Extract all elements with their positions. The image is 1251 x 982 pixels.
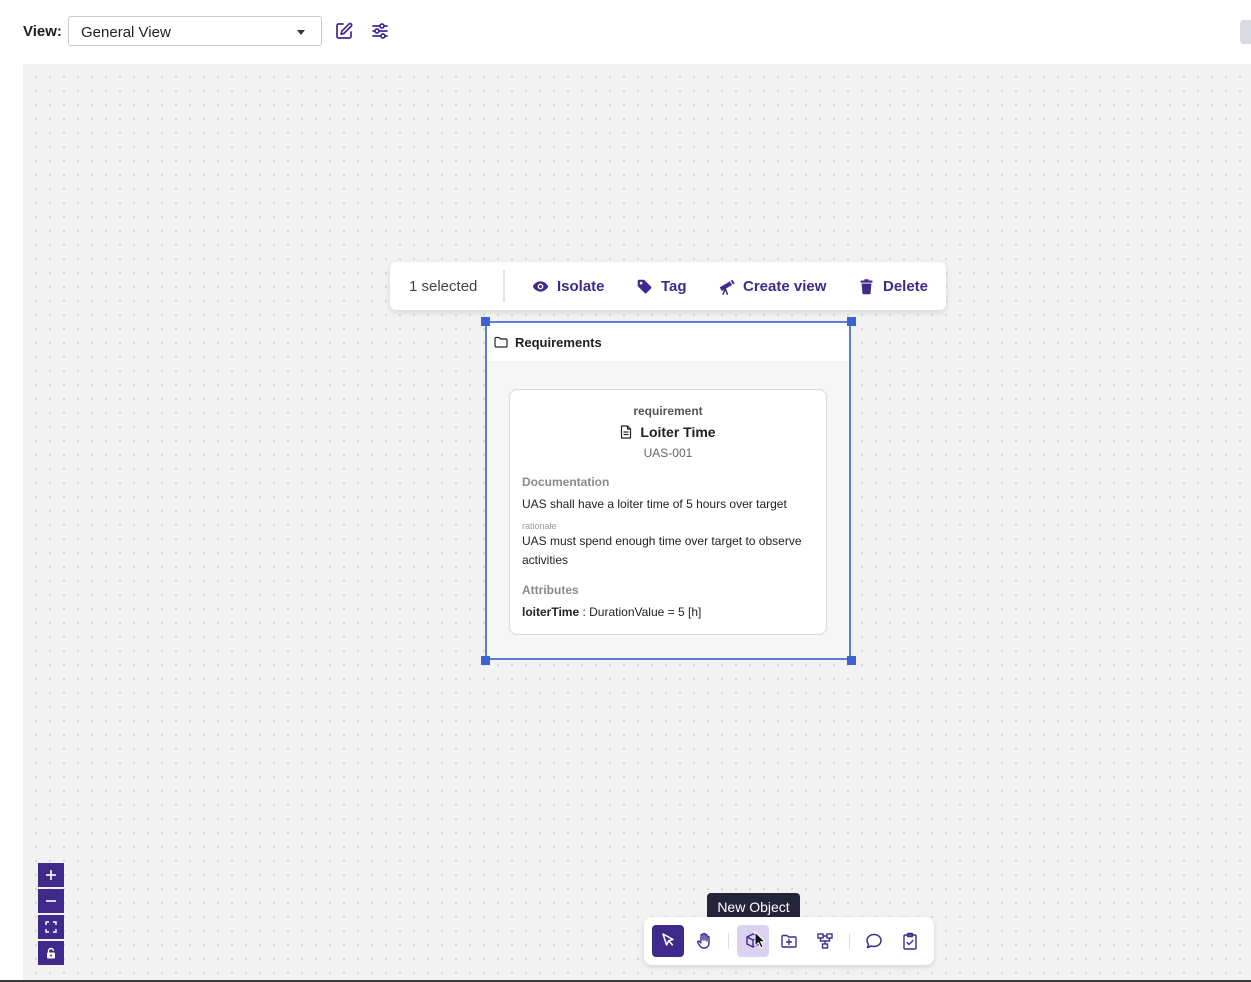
- selection-toolbar: 1 selected Isolate Tag Create view Delet…: [390, 262, 946, 310]
- delete-label: Delete: [883, 277, 929, 295]
- chevron-down-icon: [297, 30, 305, 35]
- requirement-title-row: Loiter Time: [510, 424, 826, 440]
- documentation-text: UAS shall have a loiter time of 5 hours …: [522, 497, 787, 511]
- isolate-button[interactable]: Isolate: [532, 276, 605, 296]
- selection-count: 1 selected: [409, 278, 478, 295]
- select-tool-button[interactable]: [652, 925, 684, 957]
- rationale-label: rationale: [522, 521, 557, 531]
- resize-handle-bottom-right[interactable]: [847, 656, 856, 665]
- select-icon: [662, 933, 674, 946]
- zoom-out-button[interactable]: [38, 889, 64, 913]
- resize-handle-top-left[interactable]: [481, 317, 490, 326]
- trash-icon: [860, 278, 873, 294]
- create-view-label: Create view: [743, 277, 827, 295]
- isolate-label: Isolate: [557, 277, 605, 295]
- requirement-card[interactable]: requirement Loiter Time UAS-001 Document…: [509, 389, 827, 635]
- pan-tool-button[interactable]: [688, 925, 720, 957]
- zoom-out-icon: [46, 900, 56, 902]
- view-label: View:: [23, 23, 62, 40]
- create-view-button[interactable]: Create view: [718, 276, 826, 296]
- zoom-in-icon: [46, 870, 56, 880]
- resize-handle-top-right[interactable]: [847, 317, 856, 326]
- documentation-heading: Documentation: [522, 475, 610, 489]
- telescope-icon: [719, 279, 735, 295]
- tool-separator: [728, 933, 729, 949]
- new-package-tool-button[interactable]: [773, 925, 805, 957]
- fit-view-icon: [45, 921, 57, 933]
- mouse-cursor-icon: [754, 931, 766, 949]
- view-select-value: General View: [81, 24, 171, 41]
- requirement-kind: requirement: [633, 404, 703, 418]
- relationship-tool-button[interactable]: [809, 925, 841, 957]
- top-bar: View: General View: [0, 0, 1251, 64]
- tag-button[interactable]: Tag: [636, 276, 687, 296]
- panel-edge-tab[interactable]: [1240, 20, 1251, 44]
- rationale-text: UAS must spend enough time over target t…: [522, 534, 802, 567]
- fit-view-button[interactable]: [38, 915, 64, 939]
- attribute-name: loiterTime: [522, 605, 580, 619]
- resize-handle-bottom-left[interactable]: [481, 656, 490, 665]
- attribute-value: : DurationValue = 5 [h]: [579, 605, 702, 619]
- lock-button[interactable]: [38, 941, 64, 965]
- delete-button[interactable]: Delete: [858, 276, 928, 296]
- eye-icon: [532, 280, 549, 292]
- requirement-id: UAS-001: [643, 446, 693, 460]
- requirement-tool-button[interactable]: [894, 925, 926, 957]
- comment-icon: [866, 933, 882, 949]
- requirement-title: Loiter Time: [640, 424, 716, 440]
- lock-icon: [47, 947, 55, 959]
- tool-bar: [644, 917, 934, 965]
- tool-separator: [849, 933, 850, 949]
- attribute-row: loiterTime : DurationValue = 5 [h]: [522, 605, 701, 619]
- edit-icon[interactable]: [334, 21, 354, 41]
- zoom-in-button[interactable]: [38, 863, 64, 887]
- comment-tool-button[interactable]: [858, 925, 890, 957]
- requirement-icon: [903, 932, 917, 950]
- attributes-heading: Attributes: [522, 583, 579, 597]
- package-title: Requirements: [515, 335, 602, 350]
- folder-icon: [494, 336, 508, 348]
- tag-label: Tag: [661, 277, 687, 295]
- relationship-icon: [817, 933, 833, 949]
- document-icon: [621, 425, 632, 439]
- package-header: Requirements: [487, 323, 849, 361]
- view-select[interactable]: General View: [68, 16, 322, 46]
- new-package-icon: [781, 934, 797, 948]
- toolbar-divider: [503, 270, 505, 302]
- tag-icon: [637, 279, 652, 293]
- sliders-icon[interactable]: [370, 21, 390, 41]
- pan-icon: [697, 932, 710, 949]
